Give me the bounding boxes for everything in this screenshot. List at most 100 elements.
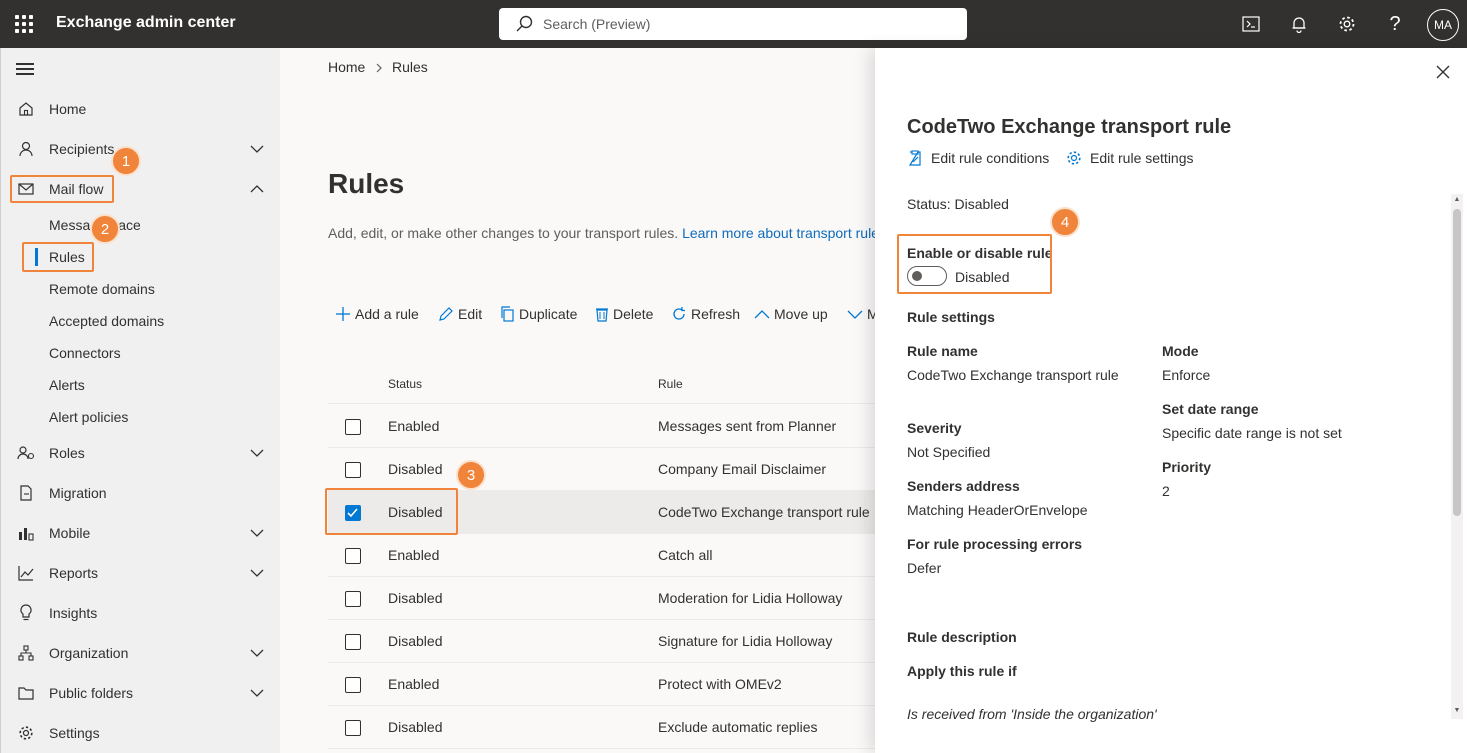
sidebar-item-migration[interactable]: Migration [1,475,281,511]
page-description: Add, edit, or make other changes to your… [328,225,875,241]
highlight-mail-flow [10,175,114,203]
row-checkbox[interactable] [345,462,361,478]
date-range-value: Specific date range is not set [1162,425,1342,441]
step-badge-3: 3 [456,460,486,490]
chevron-down-icon[interactable] [249,525,265,541]
sidebar-item-reports[interactable]: Reports [1,555,281,591]
sidebar-item-public-folders[interactable]: Public folders [1,675,281,711]
sidebar-item-label: Organization [49,645,129,661]
sidebar-item-mobile[interactable]: Mobile [1,515,281,551]
row-rule-name[interactable]: Exclude automatic replies [658,719,818,735]
sidebar-subitem-alert-policies[interactable]: Alert policies [49,409,128,425]
chevron-down-icon[interactable] [249,565,265,581]
sidebar-item-insights[interactable]: Insights [1,595,281,631]
terminal-icon[interactable] [1239,12,1263,36]
edit-button[interactable]: Edit [438,304,482,324]
sidebar-subitem-accepted-domains[interactable]: Accepted domains [49,313,164,329]
app-title[interactable]: Exchange admin center [56,14,236,32]
edit-rule-conditions-button[interactable]: Edit rule conditions [907,150,1049,166]
row-status: Enabled [388,418,440,434]
chevron-down-icon[interactable] [249,645,265,661]
sidebar-item-roles[interactable]: Roles [1,435,281,471]
add-rule-button[interactable]: Add a rule [335,304,419,324]
hamburger-menu-icon[interactable] [16,63,34,75]
page-title: Rules [328,168,405,199]
app-launcher-icon[interactable] [13,13,35,35]
scroll-down-arrow-icon[interactable]: ▼ [1453,707,1461,715]
table-row[interactable]: Enabled Protect with OMEv2 [328,663,875,706]
avatar[interactable]: MA [1427,9,1459,41]
add-icon [336,307,350,321]
delete-button[interactable]: Delete [595,304,653,324]
reports-icon [16,563,36,583]
table-row[interactable]: Disabled Moderation for Lidia Holloway [328,577,875,620]
search-icon [516,15,533,32]
table-row[interactable]: Disabled Exclude automatic replies [328,706,875,749]
row-status: Enabled [388,676,440,692]
gear-icon[interactable] [1335,12,1359,36]
search-input[interactable] [543,8,943,40]
refresh-button[interactable]: Refresh [671,304,740,324]
row-checkbox[interactable] [345,677,361,693]
table-row[interactable]: Disabled Signature for Lidia Holloway [328,620,875,663]
row-checkbox[interactable] [345,419,361,435]
row-rule-name[interactable]: Moderation for Lidia Holloway [658,590,842,606]
edit-rule-settings-button[interactable]: Edit rule settings [1066,150,1194,166]
rule-condition-text: Is received from 'Inside the organizatio… [907,706,1157,722]
mode-value: Enforce [1162,367,1211,383]
sidebar-subitem-alerts[interactable]: Alerts [49,377,85,393]
column-header-rule[interactable]: Rule [658,377,683,391]
row-rule-name[interactable]: Catch all [658,547,712,563]
chevron-down-icon[interactable] [249,685,265,701]
table-row[interactable]: Enabled Messages sent from Planner [328,405,875,448]
lightbulb-icon [16,603,36,623]
row-rule-name[interactable]: CodeTwo Exchange transport rule [658,504,870,520]
sidebar-item-label: Insights [49,605,98,621]
row-checkbox[interactable] [345,548,361,564]
panel-scrollbar[interactable]: ▲ ▼ [1451,194,1463,719]
sidebar-item-recipients[interactable]: Recipients [1,131,281,167]
column-header-status[interactable]: Status [388,377,422,391]
move-down-button[interactable]: M [847,304,875,324]
duplicate-label: Duplicate [519,306,578,322]
chevron-up-icon[interactable] [249,181,265,197]
sidebar-subitem-remote-domains[interactable]: Remote domains [49,281,155,297]
row-status: Disabled [388,461,443,477]
chevron-down-icon[interactable] [249,141,265,157]
row-rule-name[interactable]: Company Email Disclaimer [658,461,826,477]
duplicate-button[interactable]: Duplicate [499,304,577,324]
sidebar-item-settings[interactable]: Settings [1,715,281,751]
row-rule-name[interactable]: Signature for Lidia Holloway [658,633,832,649]
row-checkbox[interactable] [345,720,361,736]
rule-status: Status: Disabled [907,196,1009,212]
table-row[interactable]: Disabled Company Email Disclaimer [328,448,875,491]
scrollbar-thumb[interactable] [1453,209,1461,516]
chevron-down-icon[interactable] [249,445,265,461]
help-icon[interactable]: ? [1383,12,1407,36]
bell-icon[interactable] [1287,12,1311,36]
senders-address-label: Senders address [907,478,1020,494]
sidebar-item-home[interactable]: Home [1,91,281,127]
breadcrumb-home[interactable]: Home [328,59,365,75]
gear-icon [16,723,36,743]
scroll-up-arrow-icon[interactable]: ▲ [1453,196,1461,204]
row-rule-name[interactable]: Messages sent from Planner [658,418,836,434]
learn-more-link[interactable]: Learn more about transport rule [682,225,875,241]
row-checkbox[interactable] [345,591,361,607]
edit-label: Edit [458,306,483,322]
clipboard-edit-icon [908,150,921,166]
search-box[interactable] [499,8,967,40]
sidebar-subitem-connectors[interactable]: Connectors [49,345,121,361]
move-up-button[interactable]: Move up [754,304,828,324]
gear-icon [1067,151,1081,165]
close-icon[interactable] [1435,64,1451,80]
sidebar-item-organization[interactable]: Organization [1,635,281,671]
severity-label: Severity [907,420,962,436]
edit-rule-conditions-label: Edit rule conditions [931,150,1050,166]
table-row[interactable]: Enabled Catch all [328,534,875,577]
row-rule-name[interactable]: Protect with OMEv2 [658,676,782,692]
add-rule-label: Add a rule [355,306,419,322]
chevron-right-icon [376,63,382,73]
date-range-label: Set date range [1162,401,1259,417]
row-checkbox[interactable] [345,634,361,650]
